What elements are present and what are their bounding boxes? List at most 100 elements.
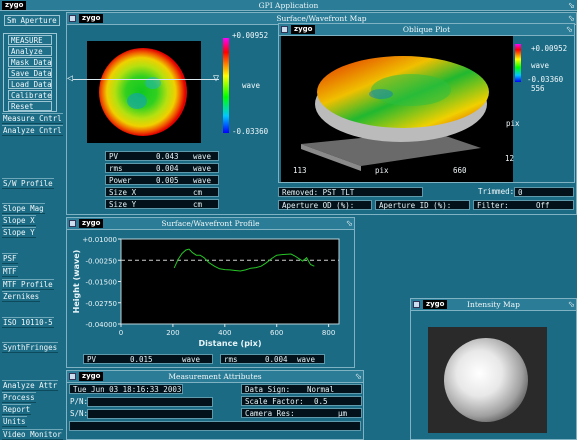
data-sign-value: Normal	[307, 385, 335, 394]
sidebar-item-psf[interactable]: PSF	[2, 253, 18, 264]
sidebar-item-zernikes[interactable]: Zernikes	[2, 291, 41, 302]
removed-field: Removed: PST TLT	[278, 187, 423, 197]
sidebar-item-measure-cntrl[interactable]: Measure Cntrl	[2, 113, 63, 124]
window-menu-icon[interactable]	[69, 220, 76, 227]
window-menu-icon[interactable]	[69, 373, 76, 380]
sn-label: S/N:	[70, 409, 89, 418]
oblique-plot-image[interactable]	[281, 36, 513, 182]
y-tick-label: -0.01500	[86, 279, 117, 287]
intensity-title: Intensity Map	[467, 300, 520, 309]
oblique-tick-113: 113	[293, 166, 307, 175]
sidebar-item-slope-mag[interactable]: Slope Mag	[2, 203, 45, 214]
reset-button[interactable]: Reset	[8, 101, 52, 111]
stat-size-x: Size X cm	[105, 187, 219, 197]
filter-field[interactable]: Filter: Off	[473, 200, 574, 210]
sm-aperture-button[interactable]: Sm Aperture	[4, 15, 60, 26]
oblique-colorbar	[515, 44, 521, 82]
minimize-icon[interactable]: ⬂	[354, 372, 363, 381]
oblique-axis-x-label: pix	[375, 166, 389, 175]
oblique-plot-panel: zygo Oblique Plot ⬂ +0.00952 wave -0.033…	[278, 23, 575, 183]
sidebar-item-sw-profile[interactable]: S/W Profile	[2, 178, 54, 189]
calibrate-button[interactable]: Calibrate	[8, 90, 52, 100]
minimize-icon[interactable]: ⬂	[345, 219, 354, 228]
sidebar-item-synthfringes[interactable]: SynthFringes	[2, 342, 59, 353]
profile-cursor-line	[73, 79, 219, 80]
minimize-icon[interactable]: ⬂	[567, 14, 576, 23]
cursor-right-handle-icon[interactable]: ▽	[213, 73, 219, 84]
colorbar-unit-label: wave	[242, 81, 261, 90]
sidebar-item-slope-x[interactable]: Slope X	[2, 215, 36, 226]
camera-res-field: Camera Res: µm	[241, 408, 362, 418]
y-axis-label: Height (wave)	[72, 250, 81, 314]
cursor-left-handle-icon[interactable]: ◁	[67, 73, 73, 84]
zygo-logo: zygo	[79, 219, 104, 228]
sidebar-item-units[interactable]: Units	[2, 416, 27, 427]
profile-title-bar: zygo Surface/Wavefront Profile ⬂	[67, 218, 354, 230]
minimize-icon[interactable]: ⬂	[567, 300, 576, 309]
oblique-axis-y-label: pix	[506, 119, 520, 128]
zygo-logo: zygo	[423, 300, 448, 309]
window-menu-icon[interactable]	[69, 15, 76, 22]
x-tick-label: 0	[119, 329, 123, 337]
stat-pv: PV 0.043 wave	[105, 151, 219, 161]
trimmed-field: 0	[514, 187, 574, 197]
surface-map-image[interactable]	[87, 41, 201, 143]
measure-button[interactable]: MEASURE	[8, 35, 52, 45]
filter-value: Off	[536, 201, 550, 210]
sidebar-item-iso-10110[interactable]: ISO 10110-5	[2, 317, 54, 328]
app-title: GPI Application	[258, 1, 319, 10]
mask-data-button[interactable]: Mask Data	[8, 57, 52, 67]
aperture-id-field[interactable]: Aperture ID (%):	[375, 200, 470, 210]
save-data-button[interactable]: Save Data	[8, 68, 52, 78]
oblique-extra-label: 556	[531, 84, 545, 93]
sidebar-item-process[interactable]: Process	[2, 392, 36, 403]
zygo-logo: zygo	[79, 372, 104, 381]
y-tick-label: -0.00250	[86, 257, 117, 265]
oblique-max-label: +0.00952	[531, 44, 568, 53]
aperture-od-field[interactable]: Aperture OD (%):	[278, 200, 372, 210]
profile-pv-field: PV 0.015 wave	[83, 354, 213, 364]
timestamp-field: Tue Jun 03 18:16:33 2003	[69, 384, 183, 394]
camera-res-label: Camera Res:	[245, 409, 295, 418]
notes-field[interactable]	[69, 421, 361, 431]
x-tick-label: 200	[166, 329, 179, 337]
minimize-icon[interactable]: ⬂	[565, 25, 574, 34]
sidebar-item-mtf[interactable]: MTF	[2, 266, 18, 277]
filter-label: Filter:	[477, 201, 509, 210]
sidebar-item-slope-y[interactable]: Slope Y	[2, 227, 36, 238]
low-region	[127, 93, 147, 109]
oblique-surface-low	[369, 89, 393, 99]
title-bar: zygo GPI Application ⬂	[0, 0, 577, 11]
stat-rms: rms 0.004 wave	[105, 163, 219, 173]
minimize-icon[interactable]: ⬂	[567, 1, 576, 10]
sidebar-item-report[interactable]: Report	[2, 404, 32, 415]
surface-map-svg	[99, 48, 187, 136]
scale-factor-label: Scale Factor:	[245, 397, 304, 406]
analyze-button[interactable]: Analyze	[8, 46, 52, 56]
data-sign-label: Data Sign:	[245, 385, 291, 394]
x-tick-label: 400	[218, 329, 231, 337]
window-menu-icon[interactable]	[281, 26, 288, 33]
window-menu-icon[interactable]	[413, 301, 420, 308]
profile-chart[interactable]: +0.01000 -0.00250 -0.01500 -0.02750 -0.04000…	[69, 231, 352, 349]
zygo-logo: zygo	[291, 25, 316, 34]
oblique-title-bar: zygo Oblique Plot ⬂	[279, 24, 574, 36]
trimmed-label: Trimmed:	[478, 187, 515, 196]
sidebar-item-mtf-profile[interactable]: MTF Profile	[2, 279, 54, 290]
load-data-button[interactable]: Load Data	[8, 79, 52, 89]
sidebar-item-video-monitor[interactable]: Video Monitor	[2, 429, 63, 440]
pn-label: P/N:	[70, 397, 89, 406]
x-axis-label: Distance (pix)	[199, 339, 262, 348]
plot-area	[120, 238, 340, 325]
pn-field[interactable]	[87, 397, 213, 407]
oblique-plot-svg	[301, 56, 489, 171]
zygo-logo: zygo	[79, 14, 104, 23]
intensity-map-panel: zygo Intensity Map ⬂	[410, 298, 577, 440]
x-tick-label: 600	[270, 329, 283, 337]
intensity-map-image[interactable]	[428, 327, 547, 433]
sn-field[interactable]	[87, 409, 213, 419]
y-tick-label: -0.02750	[86, 300, 117, 308]
sidebar-item-analyze-cntrl[interactable]: Analyze Cntrl	[2, 125, 63, 136]
oblique-min-label: -0.03360	[527, 75, 564, 84]
sidebar-item-analyze-attr[interactable]: Analyze Attr	[2, 380, 59, 391]
